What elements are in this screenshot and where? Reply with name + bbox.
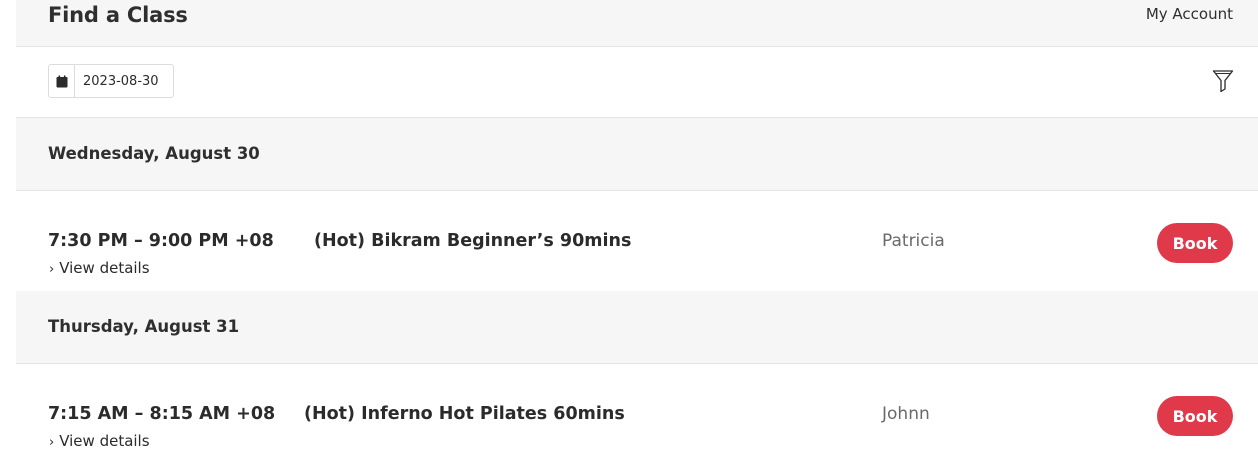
day-header: Thursday, August 31	[16, 291, 1258, 364]
day-header: Wednesday, August 30	[16, 118, 1258, 191]
class-time: 7:30 PM – 9:00 PM +08	[48, 231, 274, 251]
page-title: Find a Class	[48, 3, 188, 27]
book-button[interactable]: Book	[1157, 223, 1233, 263]
date-picker[interactable]	[48, 64, 174, 98]
calendar-icon[interactable]	[49, 65, 75, 97]
instructor-name: Patricia	[882, 231, 945, 251]
top-bar: Find a Class My Account	[16, 0, 1258, 47]
chevron-right-icon: ›	[49, 435, 55, 450]
view-details-label: View details	[59, 259, 150, 277]
class-time: 7:15 AM – 8:15 AM +08	[48, 404, 276, 424]
my-account-link[interactable]: My Account	[1146, 5, 1233, 23]
filter-icon[interactable]	[1212, 69, 1234, 93]
instructor-name: Johnn	[882, 404, 930, 424]
class-name: (Hot) Inferno Hot Pilates 60mins	[304, 404, 625, 424]
date-input[interactable]	[75, 65, 173, 97]
view-details-label: View details	[59, 432, 150, 450]
view-details-link[interactable]: › View details	[49, 259, 150, 277]
filter-toolbar	[16, 47, 1258, 118]
class-schedule-page: Find a Class My Account Wednesday, Augus…	[16, 0, 1258, 456]
class-name: (Hot) Bikram Beginner’s 90mins	[314, 231, 632, 251]
view-details-link[interactable]: › View details	[49, 432, 150, 450]
day-label: Wednesday, August 30	[48, 144, 260, 163]
book-button[interactable]: Book	[1157, 396, 1233, 436]
class-row: 7:15 AM – 8:15 AM +08 (Hot) Inferno Hot …	[16, 364, 1258, 456]
class-row: 7:30 PM – 9:00 PM +08 (Hot) Bikram Begin…	[16, 191, 1258, 292]
chevron-right-icon: ›	[49, 262, 55, 277]
day-label: Thursday, August 31	[48, 317, 240, 336]
